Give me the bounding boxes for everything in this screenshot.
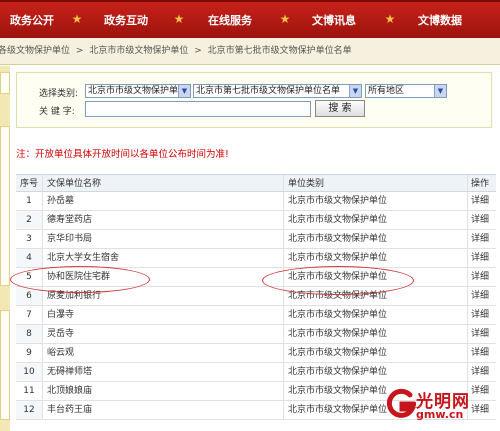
row-detail-link[interactable]: 详细 — [469, 192, 496, 210]
breadcrumb-item[interactable]: 北京市市级文物保护单位 — [89, 38, 188, 64]
search-panel: 选择类别: 北京市市级文物保护单 ▼ 北京市第七批市级文物保护单位名单 ▼ 所有… — [16, 72, 492, 128]
search-button[interactable]: 搜 索 — [315, 100, 365, 117]
left-sidebar-strip — [0, 66, 10, 431]
row-detail-link[interactable]: 详细 — [469, 363, 496, 381]
header-no: 序号 — [16, 175, 43, 191]
row-no: 6 — [16, 287, 43, 305]
top-nav: 政务公开 ★ 政务互动 ★ 在线服务 ★ 文博讯息 ★ 文博数据 — [0, 0, 500, 38]
keyword-input[interactable] — [85, 101, 311, 117]
table-row: 10 无碍禅师塔 北京市市级文物保护单位 详细 — [16, 363, 496, 382]
category-select-value: 北京市市级文物保护单 — [88, 86, 179, 96]
tab-government-interaction[interactable]: 政务互动 — [86, 2, 166, 40]
gmw-logo: 光明网 gmw.cn — [386, 387, 494, 427]
table-row: 9 峪云观 北京市市级文物保护单位 详细 — [16, 344, 496, 363]
row-category: 北京市市级文物保护单位 — [285, 287, 468, 305]
row-name-link[interactable]: 峪云观 — [44, 344, 284, 362]
row-detail-link[interactable]: 详细 — [469, 325, 496, 343]
row-no: 8 — [16, 325, 43, 343]
star-icon: ★ — [384, 12, 396, 26]
chevron-down-icon: ▼ — [178, 85, 190, 97]
row-name-link[interactable]: 无碍禅师塔 — [44, 363, 284, 381]
row-name-link[interactable]: 京华印书局 — [44, 230, 284, 248]
sidebar-box — [0, 126, 10, 286]
row-detail-link[interactable]: 详细 — [469, 249, 496, 267]
tab-government-affairs[interactable]: 政务公开 — [0, 2, 70, 40]
table-row: 3 京华印书局 北京市市级文物保护单位 详细 — [16, 230, 496, 249]
breadcrumb-separator: > — [194, 46, 202, 56]
row-category: 北京市市级文物保护单位 — [285, 230, 468, 248]
opening-notice: 注：开放单位具体开放时间以各单位公布时间为准! — [16, 149, 229, 160]
table-row: 2 德寿堂药店 北京市市级文物保护单位 详细 — [16, 211, 496, 230]
row-no: 10 — [16, 363, 43, 381]
row-detail-link[interactable]: 详细 — [469, 230, 496, 248]
breadcrumb: 各级文物保护单位 > 北京市市级文物保护单位 > 北京市第七批市级文物保护单位名… — [0, 38, 500, 65]
row-name-link[interactable]: 灵岳寺 — [44, 325, 284, 343]
tab-online-services[interactable]: 在线服务 — [188, 2, 272, 40]
row-category: 北京市市级文物保护单位 — [285, 211, 468, 229]
sidebar-box — [0, 72, 10, 94]
breadcrumb-item[interactable]: 北京市第七批市级文物保护单位名单 — [208, 38, 352, 64]
region-select[interactable]: 所有地区 ▼ — [365, 84, 447, 98]
row-category: 北京市市级文物保护单位 — [285, 306, 468, 324]
category-select[interactable]: 北京市市级文物保护单 ▼ — [85, 84, 191, 98]
row-name-link[interactable]: 北京大学女生宿舍 — [44, 249, 284, 267]
row-name-link[interactable]: 原麦加利银行 — [44, 287, 284, 305]
category-label: 选择类别: — [39, 89, 79, 99]
row-no: 5 — [16, 268, 43, 286]
row-no: 3 — [16, 230, 43, 248]
keyword-label: 关 键 字: — [39, 107, 75, 117]
row-name-link[interactable]: 北顶娘娘庙 — [44, 382, 284, 400]
row-name-link[interactable]: 丰台药王庙 — [44, 401, 284, 419]
breadcrumb-item[interactable]: 各级文物保护单位 — [0, 38, 70, 64]
star-icon: ★ — [71, 12, 83, 26]
table-header: 序号 文保单位名称 单位类别 操作 — [16, 174, 496, 192]
row-no: 9 — [16, 344, 43, 362]
row-detail-link[interactable]: 详细 — [469, 306, 496, 324]
row-detail-link[interactable]: 详细 — [469, 268, 496, 286]
row-no: 11 — [16, 382, 43, 400]
row-category: 北京市市级文物保护单位 — [285, 192, 468, 210]
table-row: 4 北京大学女生宿舍 北京市市级文物保护单位 详细 — [16, 249, 496, 268]
list-select-value: 北京市第七批市级文物保护单位名单 — [196, 86, 341, 96]
row-no: 7 — [16, 306, 43, 324]
header-name: 文保单位名称 — [44, 175, 284, 191]
row-name-link[interactable]: 德寿堂药店 — [44, 211, 284, 229]
chevron-down-icon: ▼ — [349, 85, 361, 97]
row-detail-link[interactable]: 详细 — [469, 211, 496, 229]
row-detail-link[interactable]: 详细 — [469, 287, 496, 305]
tab-museum-news[interactable]: 文博讯息 — [294, 2, 374, 40]
row-category: 北京市市级文物保护单位 — [285, 268, 468, 286]
star-icon: ★ — [173, 12, 185, 26]
table-row: 1 孙岳墓 北京市市级文物保护单位 详细 — [16, 192, 496, 211]
header-category: 单位类别 — [285, 175, 468, 191]
row-no: 4 — [16, 249, 43, 267]
table-row: 6 原麦加利银行 北京市市级文物保护单位 详细 — [16, 287, 496, 306]
row-category: 北京市市级文物保护单位 — [285, 363, 468, 381]
region-select-value: 所有地区 — [368, 86, 405, 96]
logo-mark-icon — [386, 388, 417, 418]
row-category: 北京市市级文物保护单位 — [285, 249, 468, 267]
sidebar-box — [0, 310, 10, 420]
row-category: 北京市市级文物保护单位 — [285, 325, 468, 343]
table-row: 7 白瀑寺 北京市市级文物保护单位 详细 — [16, 306, 496, 325]
table-row: 5 协和医院住宅群 北京市市级文物保护单位 详细 — [16, 268, 496, 287]
header-action: 操作 — [471, 179, 490, 189]
list-select[interactable]: 北京市第七批市级文物保护单位名单 ▼ — [193, 84, 362, 98]
row-name-link[interactable]: 协和医院住宅群 — [44, 268, 284, 286]
row-name-link[interactable]: 孙岳墓 — [44, 192, 284, 210]
heritage-table: 序号 文保单位名称 单位类别 操作 1 孙岳墓 北京市市级文物保护单位 详细 2 德寿堂药… — [16, 174, 496, 420]
row-category: 北京市市级文物保护单位 — [285, 344, 468, 362]
logo-domain: gmw.cn — [416, 408, 464, 421]
row-no: 12 — [16, 401, 43, 419]
row-no: 2 — [16, 211, 43, 229]
table-row: 8 灵岳寺 北京市市级文物保护单位 详细 — [16, 325, 496, 344]
row-detail-link[interactable]: 详细 — [469, 344, 496, 362]
breadcrumb-separator: > — [75, 46, 84, 56]
chevron-down-icon: ▼ — [434, 85, 446, 97]
star-icon: ★ — [279, 12, 291, 26]
tab-museum-data[interactable]: 文博数据 — [398, 2, 482, 40]
row-no: 1 — [16, 192, 43, 210]
row-name-link[interactable]: 白瀑寺 — [44, 306, 284, 324]
